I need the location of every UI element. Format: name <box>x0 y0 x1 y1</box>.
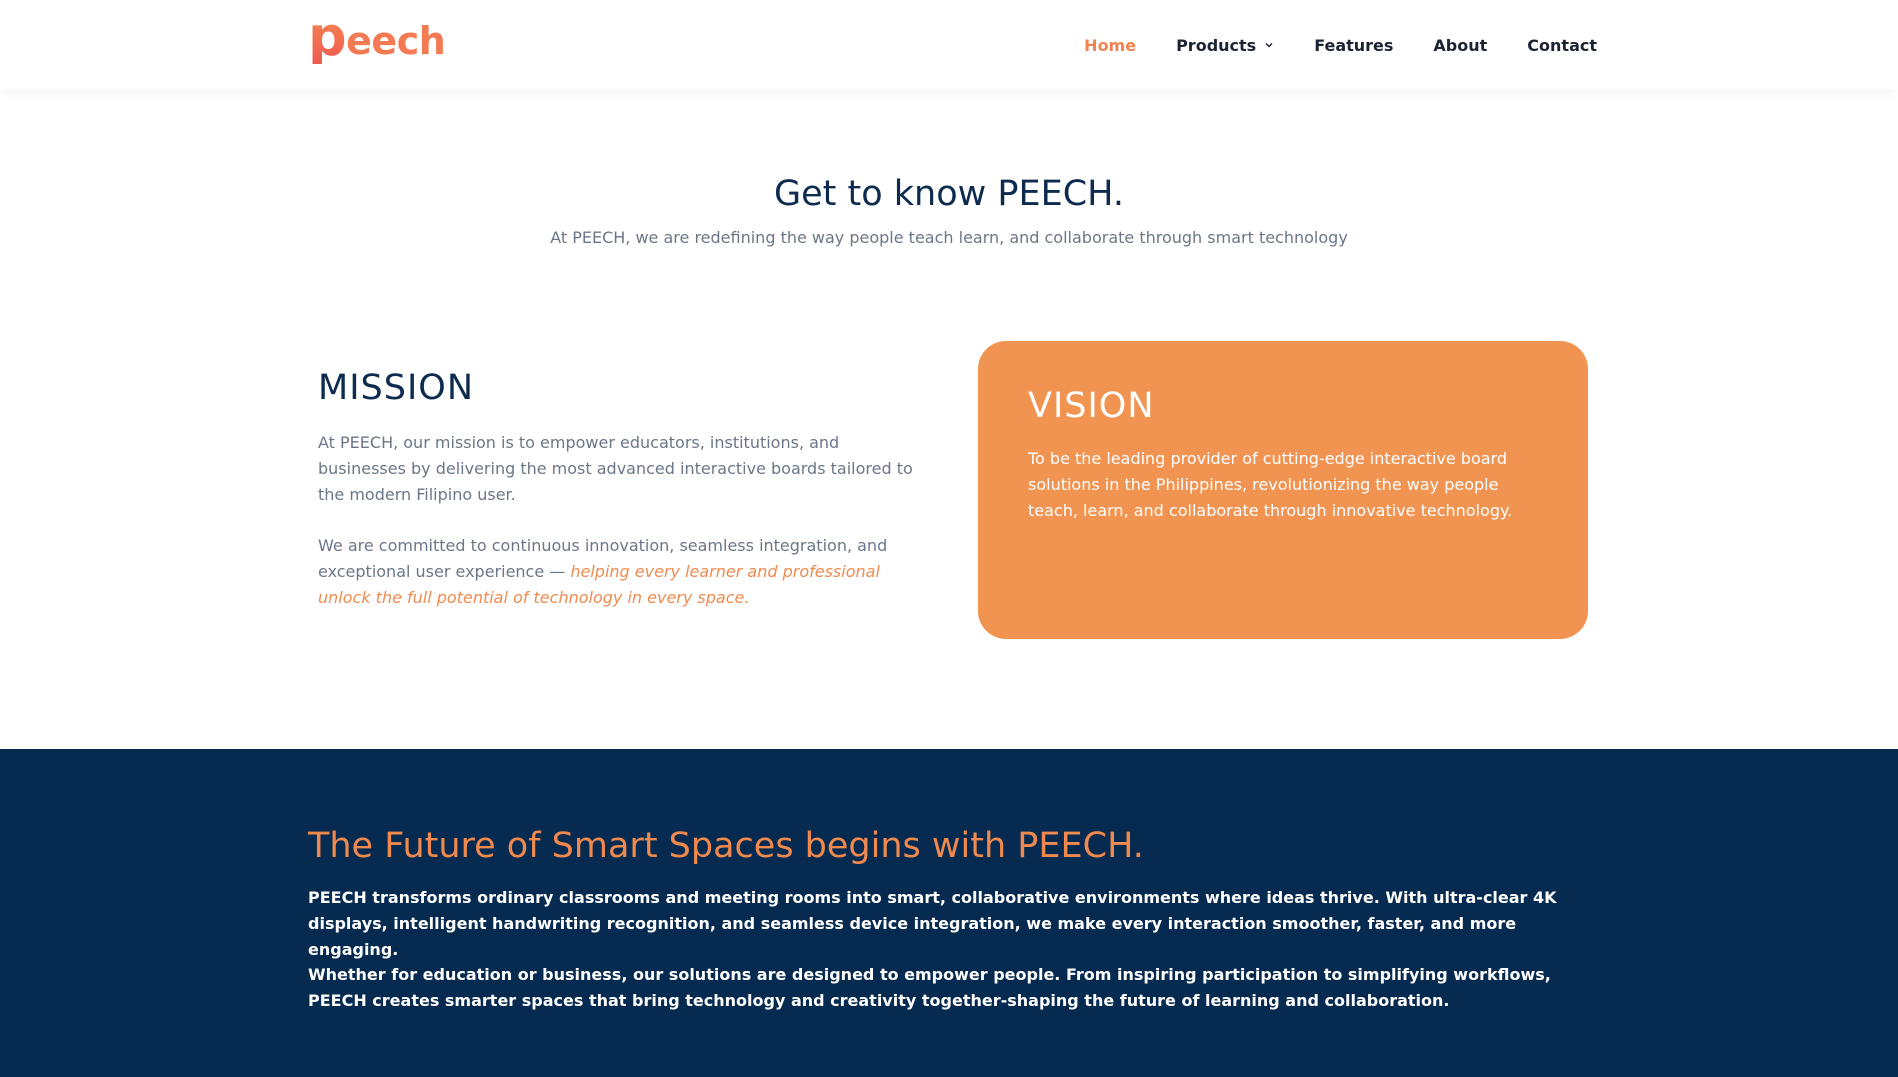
nav-products-label: Products <box>1176 35 1257 55</box>
site-header: p eech Home Products Features About Conta… <box>0 0 1898 90</box>
mission-section: MISSION At PEECH, our mission is to empo… <box>318 368 918 611</box>
intro-title: Get to know PEECH. <box>774 174 1124 214</box>
logo-letter-p: p <box>308 5 347 68</box>
future-paragraph-2: Whether for education or business, our s… <box>308 965 1551 1010</box>
future-paragraph-1: PEECH transforms ordinary classrooms and… <box>308 888 1557 959</box>
nav-contact-label: Contact <box>1527 35 1597 55</box>
mission-heading: MISSION <box>318 368 475 408</box>
nav-about-label: About <box>1433 35 1488 55</box>
mission-paragraph-1: At PEECH, our mission is to empower educ… <box>318 433 913 504</box>
chevron-down-icon <box>1265 42 1273 48</box>
nav-features-link[interactable]: Features <box>1314 36 1393 55</box>
logo-letters-eech: eech <box>346 19 446 63</box>
future-title: The Future of Smart Spaces begins with P… <box>308 826 1144 866</box>
nav-contact-link[interactable]: Contact <box>1527 36 1597 55</box>
vision-card: VISION To be the leading provider of cut… <box>978 341 1588 639</box>
main-nav: Home Products Features About Contact <box>1084 0 1597 90</box>
nav-home-label: Home <box>1084 35 1137 55</box>
mission-paragraph-2: We are committed to continuous innovatio… <box>318 533 918 611</box>
nav-home-link[interactable]: Home <box>1084 36 1136 55</box>
nav-products-link[interactable]: Products <box>1176 36 1274 55</box>
vision-heading: VISION <box>1028 386 1155 426</box>
nav-features-label: Features <box>1314 35 1394 55</box>
nav-about-link[interactable]: About <box>1433 36 1487 55</box>
intro-subtitle: At PEECH, we are redefining the way peop… <box>550 228 1348 247</box>
peech-logo[interactable]: p eech <box>308 10 446 74</box>
vision-text: To be the leading provider of cutting-ed… <box>1028 449 1513 520</box>
